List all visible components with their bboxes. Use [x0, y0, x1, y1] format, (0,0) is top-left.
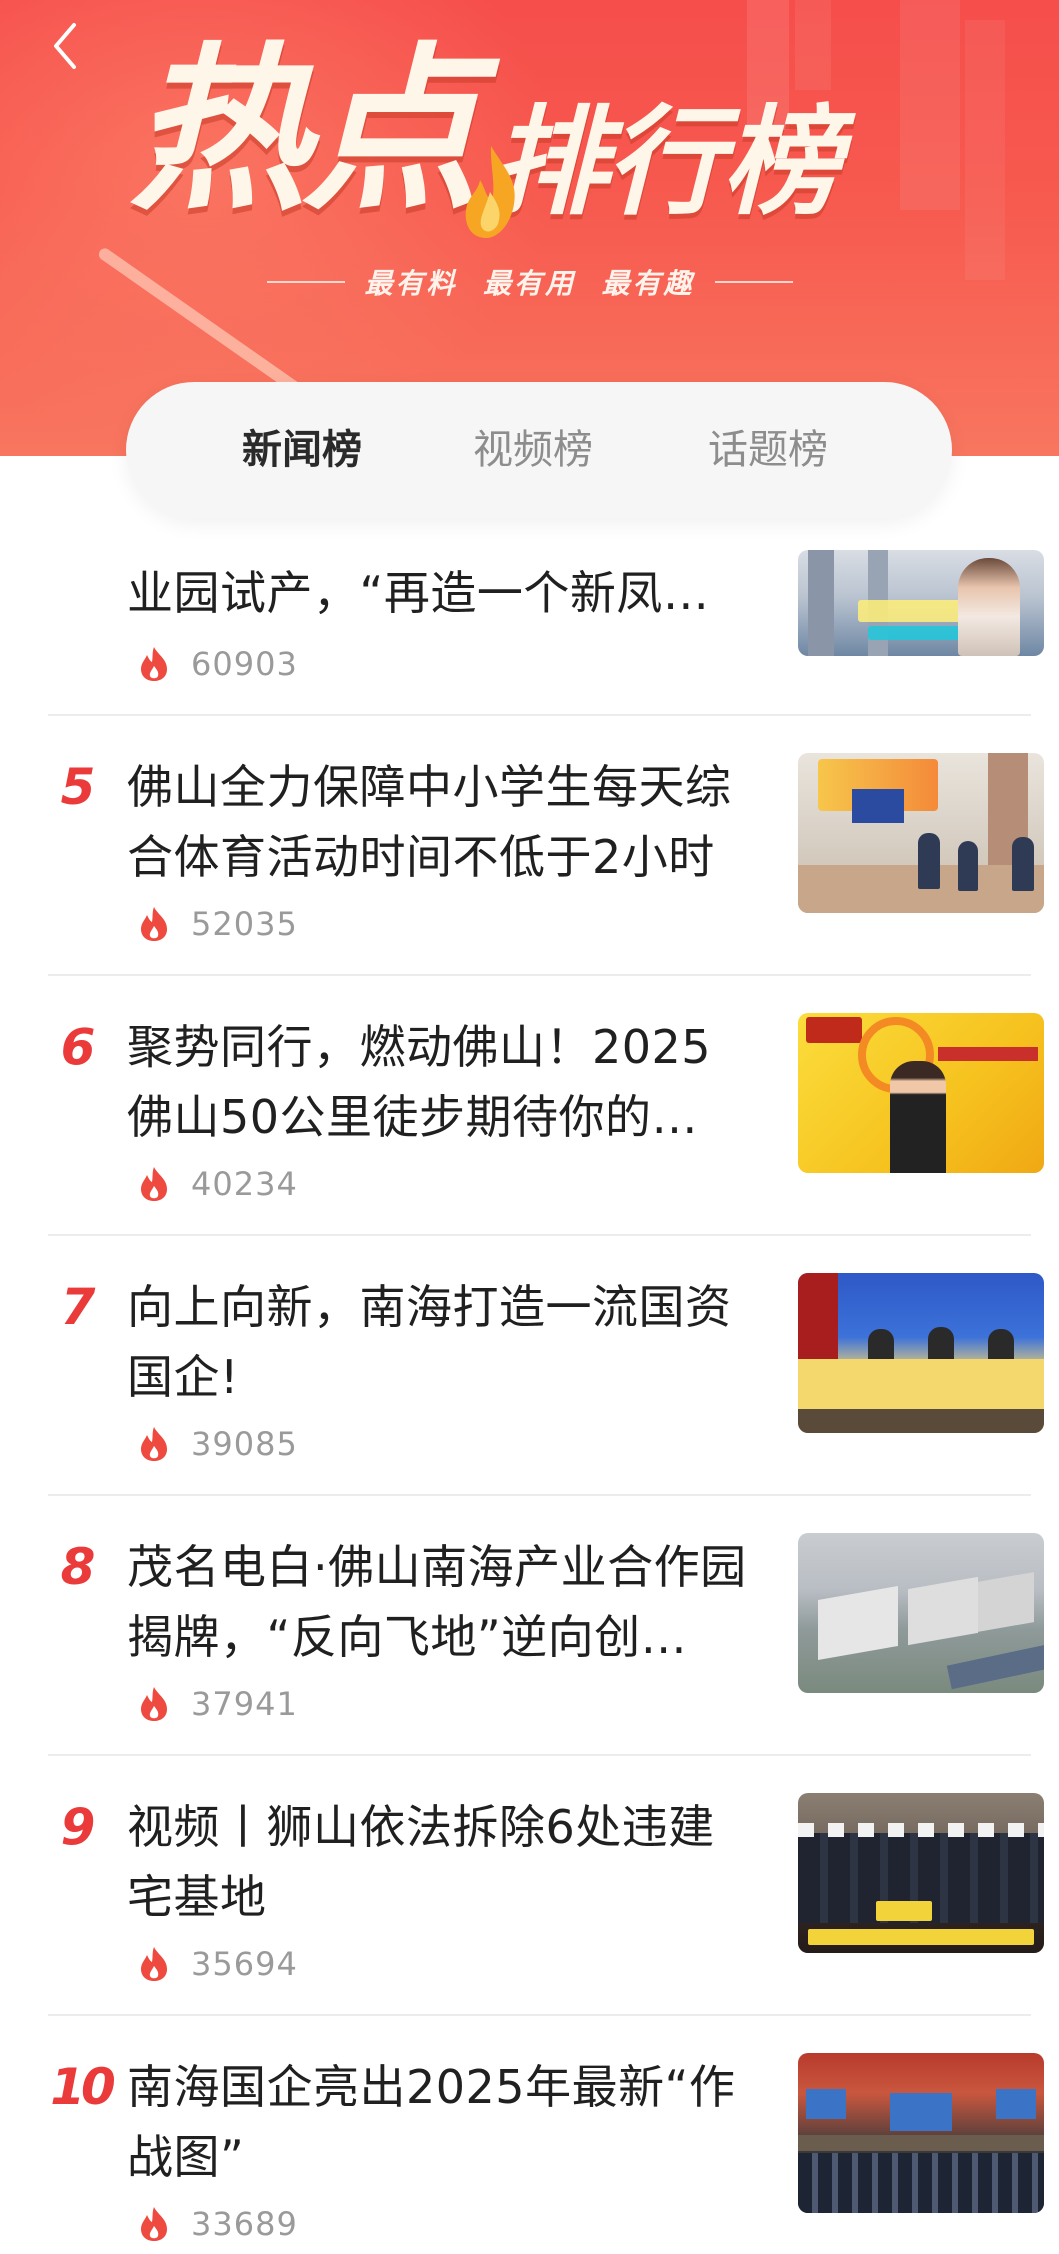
item-title: 南海国企亮出2025年最新“作战图”: [127, 2060, 736, 2184]
item-thumbnail[interactable]: [798, 753, 1044, 913]
item-rank: 10: [50, 2058, 116, 2116]
slogan-line-left: [266, 281, 345, 283]
item-count: 52035: [191, 905, 298, 943]
item-thumbnail[interactable]: [798, 1273, 1044, 1433]
item-count: 37941: [191, 1685, 298, 1723]
item-rank: 7: [60, 1278, 96, 1336]
list-item[interactable]: 业园试产，“再造一个新凤… 60903: [0, 520, 1059, 716]
item-count: 35694: [191, 1945, 298, 1983]
item-title: 佛山全力保障中小学生每天综合体育活动时间不低于2小时: [127, 760, 732, 884]
ranking-tabs: 新闻榜 视频榜 话题榜: [126, 382, 952, 518]
flame-icon: [141, 1427, 167, 1461]
item-meta: 37941: [137, 1684, 298, 1724]
item-thumbnail[interactable]: [798, 1793, 1044, 1953]
item-count: 39085: [191, 1425, 298, 1463]
item-rank: 9: [60, 1798, 96, 1856]
item-thumbnail[interactable]: [798, 2053, 1044, 2213]
page-title: 热点 排行榜: [130, 30, 950, 260]
item-count: 60903: [191, 645, 298, 683]
flame-icon: [141, 907, 167, 941]
list-item[interactable]: 7 向上向新，南海打造一流国资国企! 39085: [0, 1236, 1059, 1496]
slogan-line-right: [714, 281, 793, 283]
tab-topic[interactable]: 话题榜: [708, 420, 828, 480]
item-title: 业园试产，“再造一个新凤…: [127, 566, 710, 620]
flame-decoration-icon: [465, 146, 515, 238]
item-count: 33689: [191, 2205, 298, 2243]
item-meta: 39085: [137, 1424, 298, 1464]
item-meta: 60903: [137, 644, 298, 684]
flame-icon: [141, 1947, 167, 1981]
item-rank: 8: [60, 1538, 96, 1596]
back-button[interactable]: [40, 18, 90, 74]
item-meta: 35694: [137, 1944, 298, 1984]
slogan: 最有料 最有用 最有趣: [0, 262, 1059, 302]
tab-news[interactable]: 新闻榜: [242, 420, 362, 480]
page-title-sub: 排行榜: [490, 92, 840, 231]
item-meta: 52035: [137, 904, 298, 944]
item-thumbnail[interactable]: [798, 1013, 1044, 1173]
item-thumbnail[interactable]: [798, 550, 1044, 656]
chevron-left-icon: [54, 23, 76, 69]
tab-video[interactable]: 视频榜: [473, 420, 593, 480]
list-item[interactable]: 8 茂名电白·佛山南海产业合作园揭牌，“反向飞地”逆向创… 37941: [0, 1496, 1059, 1756]
hot-ranking-page: 热点 排行榜 最有料 最有用 最有趣 新闻榜 视频榜 话题榜 业园试产，“再造一…: [0, 0, 1059, 2254]
flame-icon: [141, 2207, 167, 2241]
item-title: 视频丨狮山依法拆除6处违建宅基地: [127, 1800, 715, 1924]
list-item[interactable]: 5 佛山全力保障中小学生每天综合体育活动时间不低于2小时 52035: [0, 716, 1059, 976]
slogan-text: 最有料 最有用 最有趣: [364, 267, 695, 300]
list-item[interactable]: 6 聚势同行，燃动佛山！2025佛山50公里徒步期待你的… 40234: [0, 976, 1059, 1236]
item-title: 聚势同行，燃动佛山！2025佛山50公里徒步期待你的…: [127, 1020, 712, 1144]
item-meta: 33689: [137, 2204, 298, 2244]
item-thumbnail[interactable]: [798, 1533, 1044, 1693]
flame-icon: [141, 1167, 167, 1201]
list-item[interactable]: 10 南海国企亮出2025年最新“作战图” 33689: [0, 2016, 1059, 2254]
flame-icon: [141, 647, 167, 681]
item-rank: 5: [60, 758, 96, 816]
list-item[interactable]: 9 视频丨狮山依法拆除6处违建宅基地 35694: [0, 1756, 1059, 2016]
banner-bar-decoration: [965, 20, 1005, 280]
item-rank: 6: [60, 1018, 96, 1076]
item-title: 向上向新，南海打造一流国资国企!: [127, 1280, 732, 1404]
flame-icon: [141, 1687, 167, 1721]
item-title: 茂名电白·佛山南海产业合作园揭牌，“反向飞地”逆向创…: [127, 1540, 747, 1664]
page-title-main: 热点: [130, 25, 480, 234]
item-meta: 40234: [137, 1164, 298, 1204]
item-count: 40234: [191, 1165, 298, 1203]
